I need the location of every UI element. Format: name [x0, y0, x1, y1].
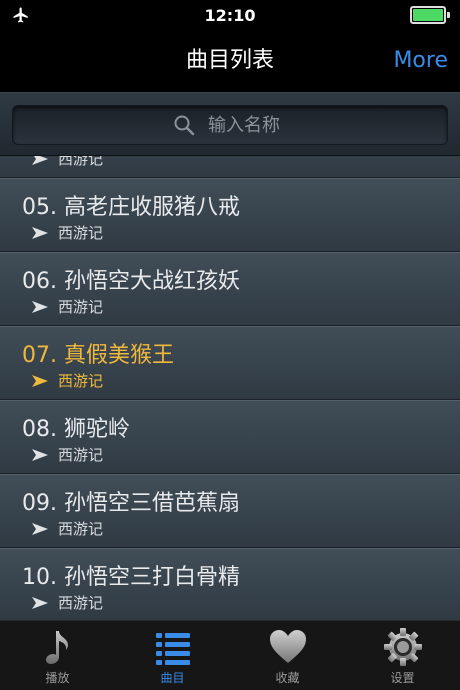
track-title: 09. 孙悟空三借芭蕉扇	[22, 491, 240, 516]
nav-bar: 曲目列表 More	[0, 30, 460, 92]
track-title: 05. 高老庄收服猪八戒	[22, 195, 240, 220]
battery-icon	[410, 6, 450, 24]
track-title: 07. 真假美猴王	[22, 343, 174, 368]
track-title: 10. 孙悟空三打白骨精	[22, 565, 240, 590]
play-arrow-icon	[32, 374, 48, 387]
play-arrow-icon	[32, 522, 48, 535]
track-album-label: 西游记	[58, 372, 104, 390]
play-arrow-icon	[32, 226, 48, 239]
search-input[interactable]	[12, 105, 448, 145]
play-arrow-icon	[32, 596, 48, 609]
music-note-icon	[45, 631, 68, 664]
track-list[interactable]: 04. 孙悟空大战黑熊怪西游记05. 高老庄收服猪八戒西游记06. 孙悟空大战红…	[0, 156, 460, 620]
status-bar: 12:10	[0, 0, 460, 30]
tab-favorites[interactable]: 收藏	[230, 621, 345, 690]
track-album-label: 西游记	[58, 156, 104, 168]
tab-label: 设置	[390, 671, 415, 685]
track-album: 西游记	[32, 518, 103, 539]
track-album: 西游记	[32, 222, 103, 243]
track-row[interactable]: 10. 孙悟空三打白骨精西游记	[0, 548, 460, 620]
track-album: 西游记	[32, 370, 103, 391]
play-arrow-icon	[32, 448, 48, 461]
track-row[interactable]: 06. 孙悟空大战红孩妖西游记	[0, 252, 460, 326]
battery-fill	[413, 9, 443, 21]
track-album: 西游记	[32, 592, 103, 613]
track-row[interactable]: 04. 孙悟空大战黑熊怪西游记	[0, 156, 460, 178]
more-button[interactable]: More	[393, 30, 448, 92]
track-row[interactable]: 05. 高老庄收服猪八戒西游记	[0, 178, 460, 252]
track-row[interactable]: 07. 真假美猴王西游记	[0, 326, 460, 400]
tab-settings[interactable]: 设置	[345, 621, 460, 690]
track-album-label: 西游记	[58, 520, 104, 538]
tab-label: 收藏	[275, 671, 300, 685]
track-album-label: 西游记	[58, 594, 104, 612]
track-row[interactable]: 09. 孙悟空三借芭蕉扇西游记	[0, 474, 460, 548]
track-album-label: 西游记	[58, 224, 104, 242]
list-icon	[155, 633, 190, 665]
track-row[interactable]: 08. 狮驼岭西游记	[0, 400, 460, 474]
status-time: 12:10	[204, 5, 256, 25]
track-title: 06. 孙悟空大战红孩妖	[22, 269, 240, 294]
track-album-label: 西游记	[58, 446, 104, 464]
airplane-icon	[13, 7, 28, 23]
track-album-label: 西游记	[58, 298, 104, 316]
tab-label: 曲目	[160, 671, 185, 685]
gear-icon	[383, 628, 422, 666]
tab-play[interactable]: 播放	[0, 621, 115, 690]
play-arrow-icon	[32, 156, 48, 165]
track-title: 08. 狮驼岭	[22, 417, 130, 442]
page-title: 曲目列表	[185, 48, 274, 73]
play-arrow-icon	[32, 300, 48, 313]
track-album: 西游记	[32, 444, 103, 465]
heart-icon	[269, 630, 306, 663]
tab-bar: 播放 曲目 收藏 设置	[0, 620, 460, 690]
search-bar	[0, 92, 460, 156]
track-album: 西游记	[32, 156, 103, 169]
tab-label: 播放	[45, 671, 70, 685]
track-album: 西游记	[32, 296, 103, 317]
tab-tracks[interactable]: 曲目	[115, 621, 230, 690]
